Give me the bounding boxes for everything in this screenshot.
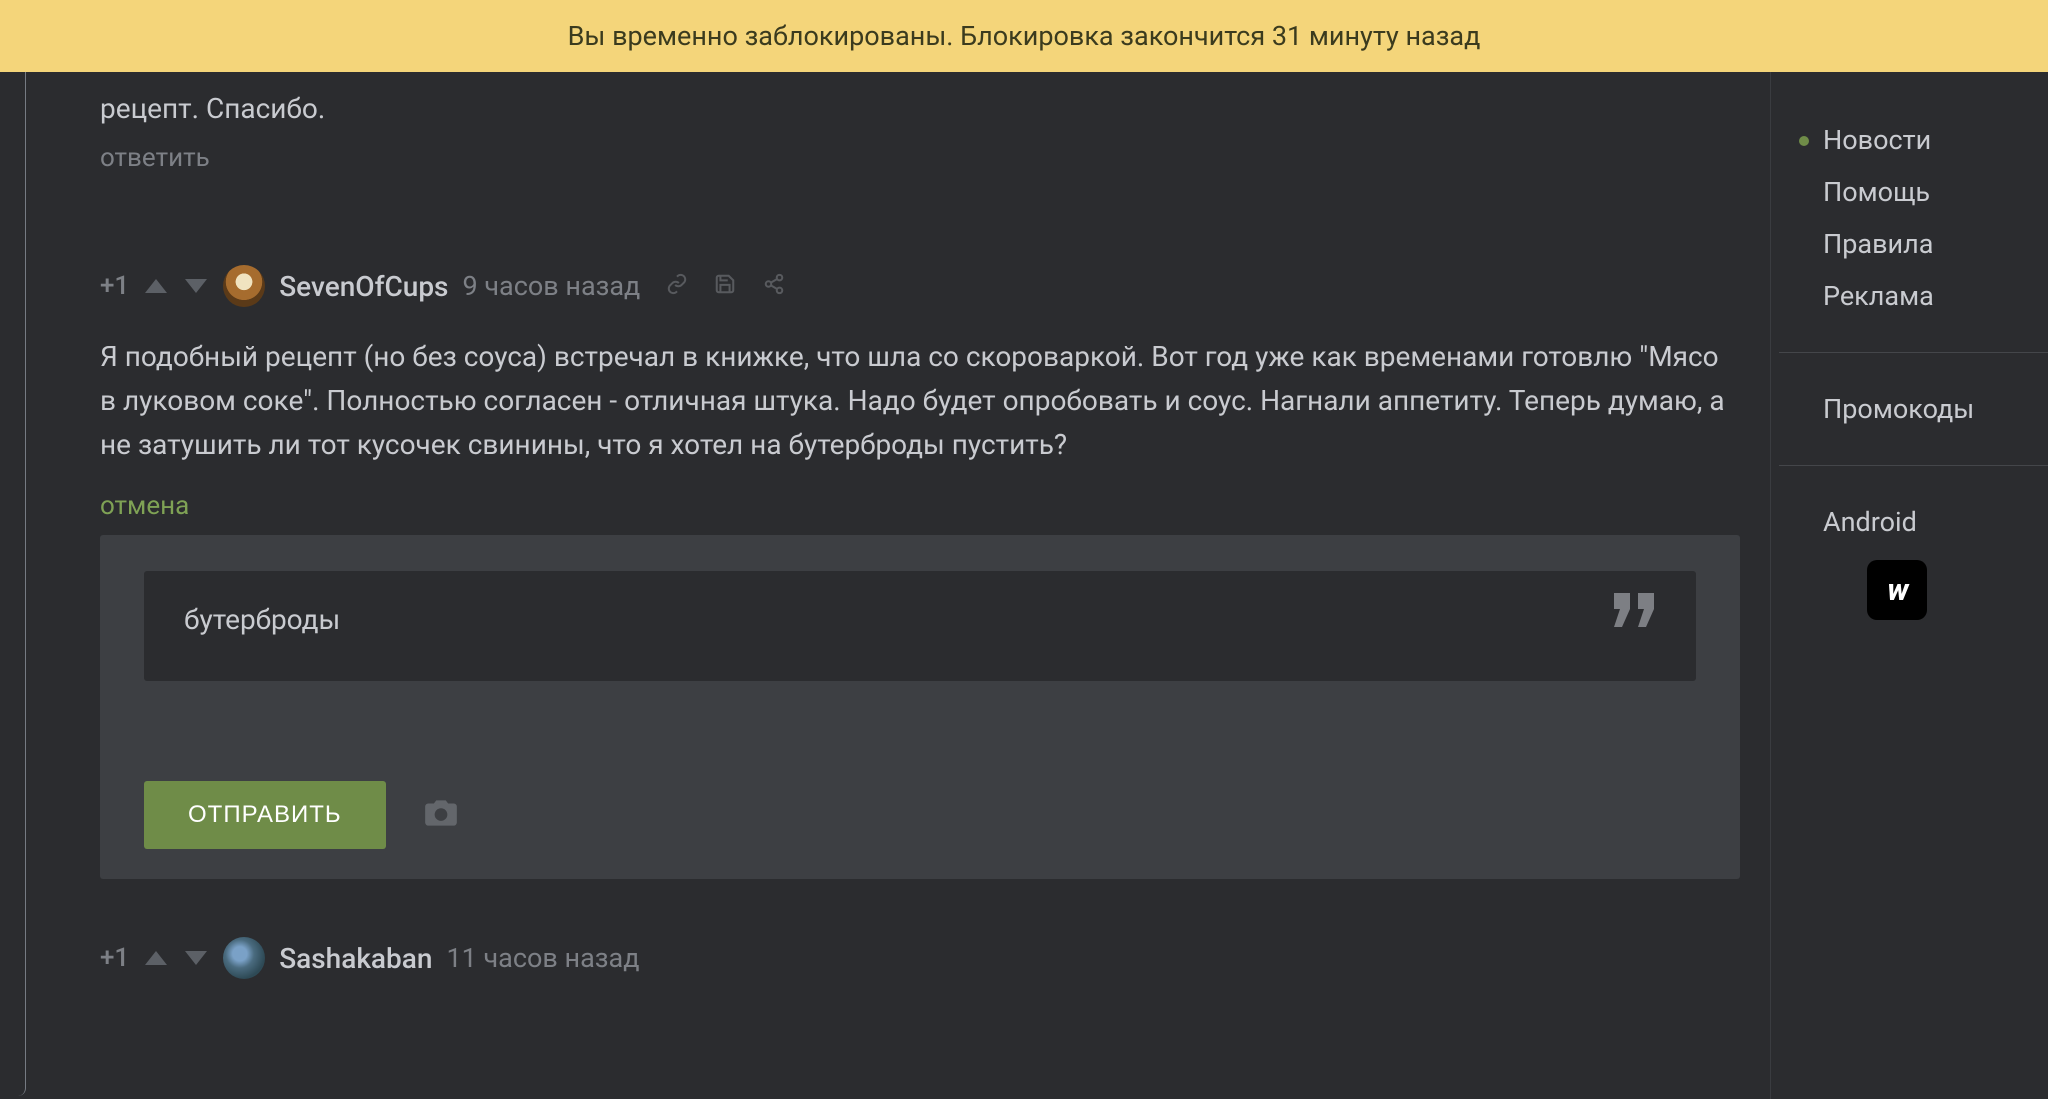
attach-image-icon[interactable] xyxy=(422,797,460,833)
downvote-icon[interactable] xyxy=(183,277,209,295)
permalink-icon[interactable] xyxy=(666,273,688,299)
quote-text: бутерброды xyxy=(184,603,340,636)
quote-block[interactable]: бутерброды xyxy=(144,571,1696,681)
downvote-icon[interactable] xyxy=(183,949,209,967)
left-border-decor xyxy=(0,72,26,1096)
reply-actions: ОТПРАВИТЬ xyxy=(144,781,1696,849)
block-banner-text: Вы временно заблокированы. Блокировка за… xyxy=(568,20,1481,52)
comment-score: +1 xyxy=(100,271,129,301)
sidebar-link-news[interactable]: Новости xyxy=(1823,114,2048,166)
avatar[interactable] xyxy=(223,937,265,979)
sidebar-promo-group: Промокоды xyxy=(1779,352,2048,465)
block-banner: Вы временно заблокированы. Блокировка за… xyxy=(0,0,2048,72)
save-icon[interactable] xyxy=(714,273,736,299)
reply-editor: бутерброды ОТПРАВИТЬ xyxy=(100,535,1740,879)
sidebar: Новости Помощь Правила Реклама Промокоды… xyxy=(1779,72,2048,650)
vk-icon[interactable]: w xyxy=(1867,560,1927,620)
sidebar-links-group: Новости Помощь Правила Реклама xyxy=(1779,114,2048,352)
comment-action-icons xyxy=(666,273,786,299)
prev-comment-tail: рецепт. Спасибо. xyxy=(100,92,1740,125)
sidebar-link-help[interactable]: Помощь xyxy=(1823,166,2048,218)
comment-timestamp: 11 часов назад xyxy=(446,942,639,974)
upvote-icon[interactable] xyxy=(143,949,169,967)
avatar[interactable] xyxy=(223,265,265,307)
username-link[interactable]: SevenOfCups xyxy=(279,270,448,303)
reply-link[interactable]: ответить xyxy=(100,143,210,173)
upvote-icon[interactable] xyxy=(143,277,169,295)
comment-timestamp: 9 часов назад xyxy=(462,270,640,302)
username-link[interactable]: Sashakaban xyxy=(279,942,432,975)
quote-mark-icon xyxy=(1614,593,1658,631)
comment-score: +1 xyxy=(100,943,129,973)
sidebar-link-ads[interactable]: Реклама xyxy=(1823,270,2048,322)
comment-header: +1 SevenOfCups 9 часов назад xyxy=(100,265,1740,307)
comments-column: рецепт. Спасибо. ответить +1 SevenOfCups… xyxy=(100,72,1740,979)
sidebar-apps-group: Android w xyxy=(1779,465,2048,650)
send-button[interactable]: ОТПРАВИТЬ xyxy=(144,781,386,849)
share-icon[interactable] xyxy=(762,273,786,299)
sidebar-link-rules[interactable]: Правила xyxy=(1823,218,2048,270)
cancel-reply-link[interactable]: отмена xyxy=(100,491,189,521)
sidebar-separator xyxy=(1770,72,1771,1099)
sidebar-link-promo[interactable]: Промокоды xyxy=(1823,383,2048,435)
sidebar-link-android[interactable]: Android xyxy=(1823,496,2048,548)
comment-body: Я подобный рецепт (но без соуса) встреча… xyxy=(100,335,1740,467)
next-comment-header: +1 Sashakaban 11 часов назад xyxy=(100,937,1740,979)
